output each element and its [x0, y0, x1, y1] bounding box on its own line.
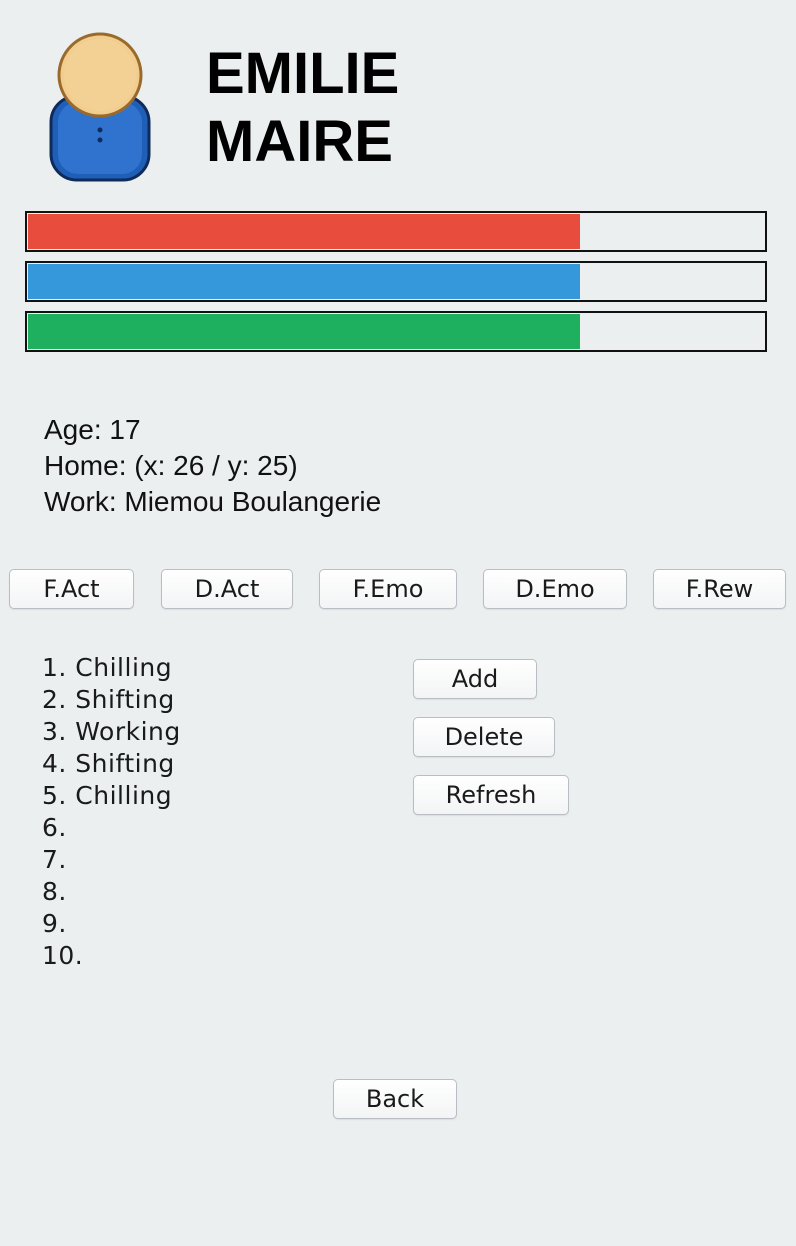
last-name: MAIRE: [206, 109, 393, 174]
list-item[interactable]: 6.: [42, 812, 181, 844]
work-label: Work: Miemou Boulangerie: [44, 486, 382, 517]
home-label: Home: (x: 26 / y: 25): [44, 450, 298, 481]
list-item[interactable]: 8.: [42, 876, 181, 908]
person-icon: [48, 30, 152, 182]
stat-bar-green-fill: [28, 314, 580, 349]
list-item[interactable]: 7.: [42, 844, 181, 876]
person-info: Age: 17 Home: (x: 26 / y: 25) Work: Miem…: [44, 412, 381, 520]
stat-bar-blue: [25, 261, 767, 302]
add-button[interactable]: Add: [413, 659, 537, 699]
list-item[interactable]: 5. Chilling: [42, 780, 181, 812]
back-button[interactable]: Back: [333, 1079, 457, 1119]
list-item[interactable]: 4. Shifting: [42, 748, 181, 780]
stat-bar-blue-fill: [28, 264, 580, 299]
first-name: EMILIE: [206, 41, 400, 106]
age-label: Age: 17: [44, 414, 141, 445]
delete-button[interactable]: Delete: [413, 717, 555, 757]
list-item[interactable]: 2. Shifting: [42, 684, 181, 716]
f-emo-button[interactable]: F.Emo: [319, 569, 457, 609]
f-rew-button[interactable]: F.Rew: [653, 569, 786, 609]
f-act-button[interactable]: F.Act: [9, 569, 134, 609]
list-item[interactable]: 1. Chilling: [42, 652, 181, 684]
stat-bar-green: [25, 311, 767, 352]
person-name: EMILIE MAIRE: [206, 40, 399, 176]
stat-bar-red-fill: [28, 214, 580, 249]
list-item[interactable]: 3. Working: [42, 716, 181, 748]
list-item[interactable]: 9.: [42, 908, 181, 940]
list-item[interactable]: 10.: [42, 940, 181, 972]
stat-bar-red: [25, 211, 767, 252]
d-emo-button[interactable]: D.Emo: [483, 569, 627, 609]
refresh-button[interactable]: Refresh: [413, 775, 569, 815]
d-act-button[interactable]: D.Act: [161, 569, 293, 609]
schedule-list: 1. Chilling 2. Shifting 3. Working 4. Sh…: [42, 652, 181, 972]
